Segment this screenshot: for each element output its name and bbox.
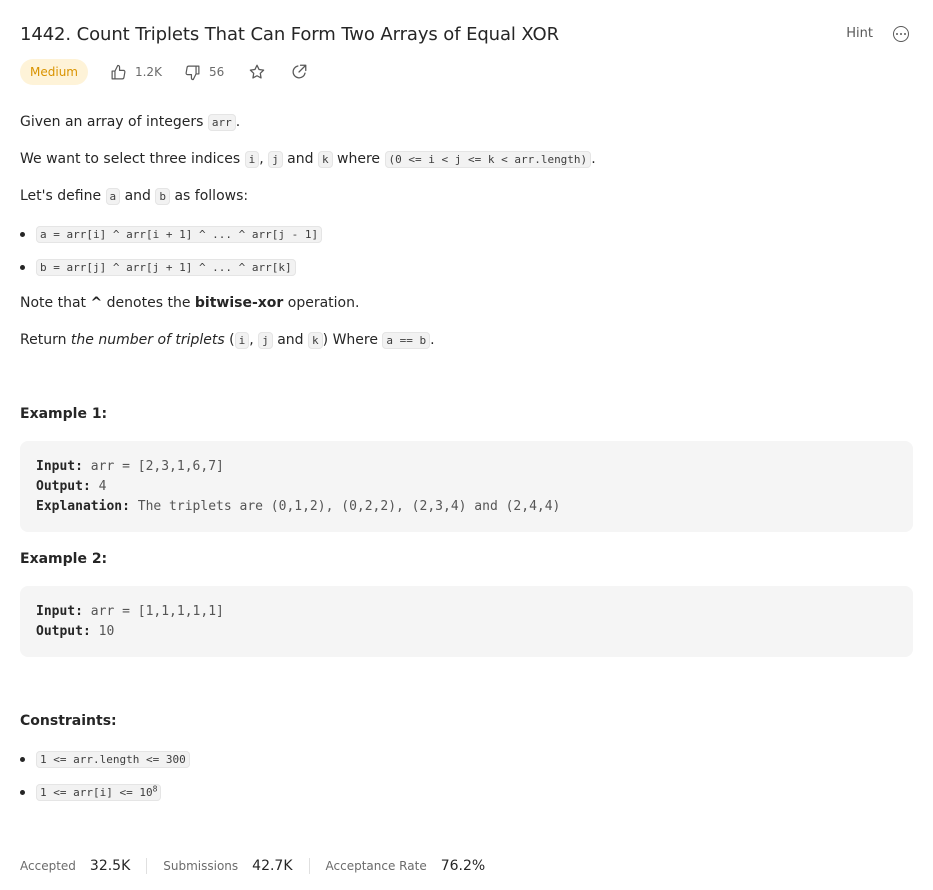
favorite-button[interactable] (248, 63, 266, 81)
note-paragraph: Note that ^ denotes the bitwise-xor oper… (20, 295, 360, 311)
example-2-box: Input: arr = [1,1,1,1,1] Output: 10 (20, 586, 913, 657)
example-1-box: Input: arr = [2,3,1,6,7] Output: 4 Expla… (20, 441, 913, 532)
star-icon (249, 64, 265, 79)
inline-code: 1 <= arr.length <= 300 (36, 751, 190, 768)
inline-code: (0 <= i < j <= k < arr.length) (384, 151, 592, 168)
inline-code: k (317, 151, 333, 168)
inline-code: a (105, 188, 121, 205)
example-input: Input: arr = [1,1,1,1,1] (36, 604, 224, 619)
hint-button[interactable]: Hint (846, 26, 873, 41)
constraints-title: Constraints: (20, 713, 117, 729)
inline-code: a = arr[i] ^ arr[i + 1] ^ ... ^ arr[j - … (36, 226, 323, 243)
submissions-value: 42.7K (252, 858, 293, 874)
acceptance-rate-value: 76.2% (440, 858, 486, 874)
acceptance-rate-label: Acceptance Rate (325, 859, 427, 873)
stats-bar: Accepted 32.5K Submissions 42.7K Accepta… (20, 856, 485, 876)
accepted-value: 32.5K (89, 858, 131, 874)
example-explanation: Explanation: The triplets are (0,1,2), (… (36, 499, 561, 514)
thumbs-down-icon (185, 65, 200, 80)
inline-code: 1 <= arr[i] <= 108 (36, 784, 162, 801)
meta-row: Medium 1.2K 56 (20, 59, 308, 85)
list-item: 1 <= arr.length <= 300 (20, 748, 190, 771)
title-row: 1442. Count Triplets That Can Form Two A… (20, 22, 913, 48)
inline-code: j (268, 151, 283, 168)
desc-paragraph-2: We want to select three indices i, j and… (20, 151, 596, 168)
dislike-button[interactable]: 56 (184, 64, 224, 81)
accepted-label: Accepted (20, 859, 76, 873)
example-input: Input: arr = [2,3,1,6,7] (36, 459, 224, 474)
inline-code: b (155, 188, 171, 205)
share-button[interactable] (290, 63, 308, 81)
like-button[interactable]: 1.2K (110, 64, 162, 81)
difficulty-badge: Medium (20, 59, 88, 85)
more-options-icon[interactable] (893, 26, 909, 42)
inline-code: b = arr[j] ^ arr[j + 1] ^ ... ^ arr[k] (36, 259, 296, 276)
inline-code: k (308, 332, 323, 349)
return-paragraph: Return the number of triplets (i, j and … (20, 332, 435, 349)
like-count: 1.2K (134, 65, 162, 79)
inline-code: a == b (382, 332, 431, 349)
divider (146, 858, 148, 874)
divider (308, 858, 310, 874)
thumbs-up-icon (111, 64, 126, 79)
share-icon (292, 64, 307, 79)
example-output: Output: 4 (36, 479, 107, 494)
inline-code: i (234, 332, 250, 349)
list-item: 1 <= arr[i] <= 108 (20, 781, 162, 804)
desc-paragraph-1: Given an array of integers arr. (20, 114, 241, 131)
hint-label: Hint (846, 26, 873, 41)
dislike-count: 56 (208, 65, 225, 79)
inline-code: arr (207, 114, 236, 131)
inline-code: j (258, 332, 273, 349)
example-2-title: Example 2: (20, 551, 108, 567)
desc-paragraph-3: Let's define a and b as follows: (20, 188, 249, 205)
problem-title: 1442. Count Triplets That Can Form Two A… (20, 24, 559, 45)
list-item: b = arr[j] ^ arr[j + 1] ^ ... ^ arr[k] (20, 256, 296, 279)
inline-code: i (244, 151, 260, 168)
example-output: Output: 10 (36, 624, 115, 639)
list-item: a = arr[i] ^ arr[i + 1] ^ ... ^ arr[j - … (20, 223, 323, 246)
submissions-label: Submissions (163, 859, 239, 873)
example-1-title: Example 1: (20, 406, 108, 422)
